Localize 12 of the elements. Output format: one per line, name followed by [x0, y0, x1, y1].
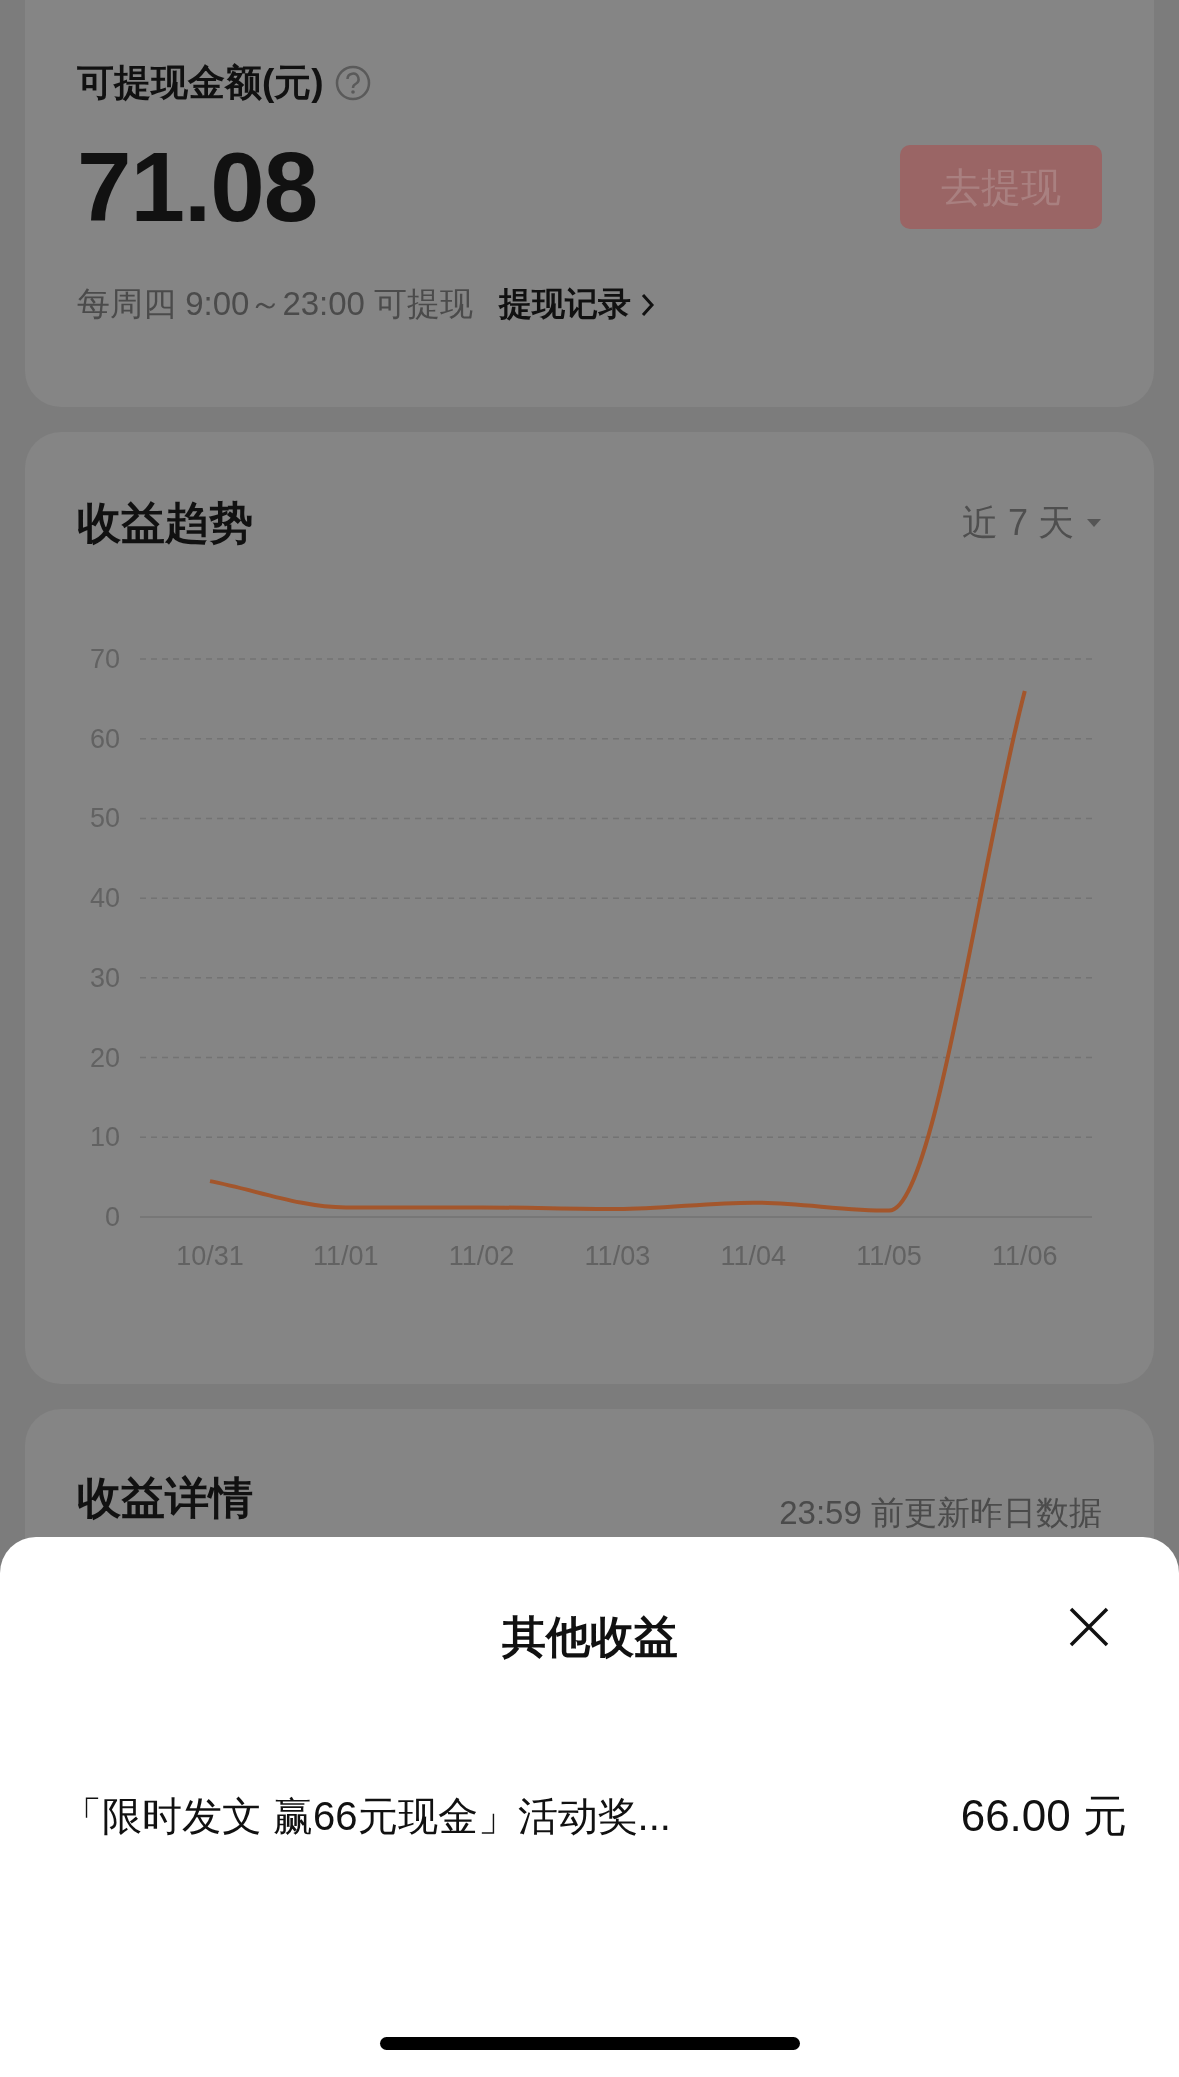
earning-item-amount: 66.00 元 [960, 1790, 1127, 1842]
trend-title: 收益趋势 [77, 496, 253, 549]
withdraw-records-link[interactable]: 提现记录 [499, 282, 632, 327]
details-title: 收益详情 [77, 1472, 253, 1524]
close-icon[interactable] [1067, 1605, 1111, 1649]
balance-label: 可提现金额(元) [77, 61, 324, 105]
withdraw-schedule: 每周四 9:00～23:00 可提现 [77, 284, 474, 324]
balance-amount: 71.08 [77, 130, 318, 244]
dropdown-caret-icon [1086, 517, 1102, 529]
sheet-title: 其他收益 [501, 1610, 678, 1663]
earning-item-label: 「限时发文 赢66元现金」活动奖... [62, 1793, 671, 1840]
update-note: 23:59 前更新昨日数据 [779, 1493, 1102, 1533]
